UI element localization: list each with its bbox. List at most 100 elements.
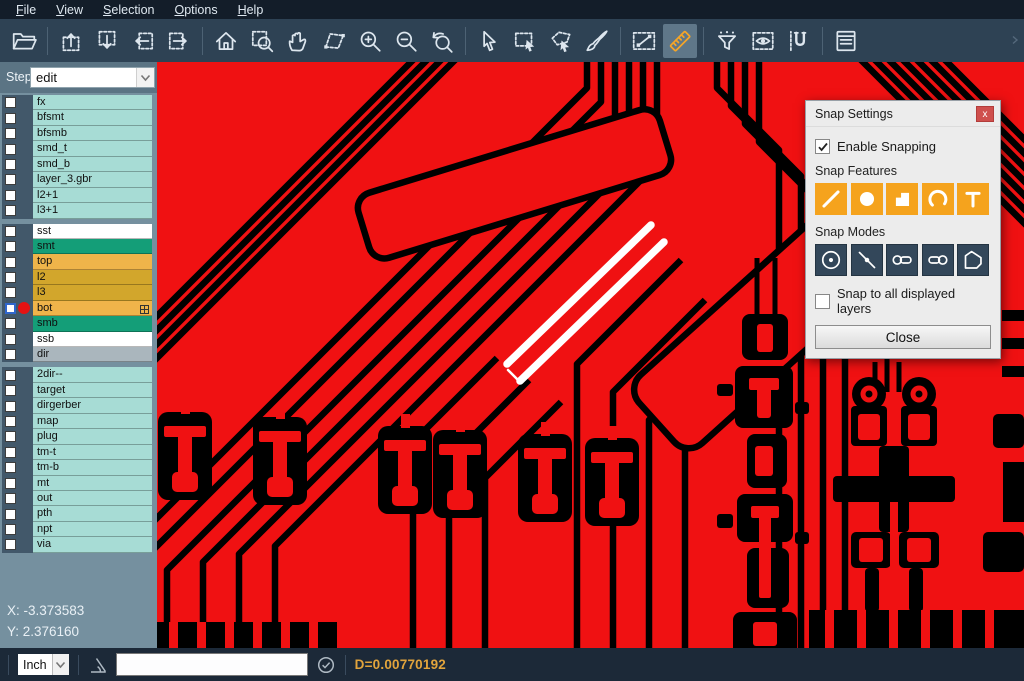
layer-visibility-checkbox[interactable] [5,493,16,504]
layer-name[interactable]: mt [33,476,152,491]
layer-visibility-checkbox[interactable] [5,447,16,458]
layer-name[interactable]: pth [33,506,152,521]
layer-name[interactable]: out [33,491,152,506]
layer-name[interactable]: fx [33,95,152,110]
layer-name[interactable]: smd_b [33,157,152,172]
snap-pad-end-left-button[interactable] [886,244,918,276]
tool-filter-button[interactable] [710,24,744,58]
layer-name[interactable]: smt [33,239,152,254]
layer-visibility-checkbox[interactable] [5,539,16,550]
chevron-down-icon[interactable] [136,68,154,87]
layer-visibility-checkbox[interactable] [5,334,16,345]
layer-name[interactable]: map [33,414,152,429]
layer-visibility-checkbox[interactable] [5,205,16,216]
layer-name[interactable]: smd_t [33,141,152,156]
tool-snap-magnet-button[interactable] [782,24,816,58]
snap-arc-button[interactable] [922,183,954,215]
layer-visibility-checkbox[interactable] [5,524,16,535]
snap-line-button[interactable] [815,183,847,215]
layer-name[interactable]: bot [33,301,152,316]
snap-text-button[interactable] [957,183,989,215]
tool-home-button[interactable] [209,24,243,58]
layer-visibility-checkbox[interactable] [5,272,16,283]
tool-report-form-button[interactable] [829,24,863,58]
layer-visibility-checkbox[interactable] [5,478,16,489]
layer-name[interactable]: via [33,537,152,552]
tool-view-visibility-button[interactable] [746,24,780,58]
layer-visibility-checkbox[interactable] [5,349,16,360]
tool-open-folder-button[interactable] [7,24,41,58]
chevron-down-icon[interactable] [52,654,69,675]
layer-visibility-checkbox[interactable] [5,226,16,237]
tool-zoom-in-button[interactable] [353,24,387,58]
layer-name[interactable]: ssb [33,332,152,347]
menu-item-selection[interactable]: Selection [93,2,164,18]
layer-name[interactable]: top [33,254,152,269]
layer-visibility-checkbox[interactable] [5,241,16,252]
layer-name[interactable]: layer_3.gbr [33,172,152,187]
layer-name[interactable]: bfsmt [33,110,152,125]
tool-ruler-button[interactable] [663,24,697,58]
units-dropdown[interactable]: Inch [18,654,69,675]
menu-item-options[interactable]: Options [164,2,227,18]
layer-name[interactable]: plug [33,429,152,444]
layer-name[interactable]: 2dir-- [33,367,152,382]
menu-item-view[interactable]: View [46,2,93,18]
layer-name[interactable]: dirgerber [33,398,152,413]
layer-name[interactable]: sst [33,224,152,239]
layer-visibility-checkbox[interactable] [5,385,16,396]
snap-surface-button[interactable] [886,183,918,215]
tool-pan-up-button[interactable] [54,24,88,58]
layer-visibility-checkbox[interactable] [5,128,16,139]
layer-visibility-checkbox[interactable] [5,174,16,185]
snap-pad-end-right-button[interactable] [922,244,954,276]
layer-name[interactable]: tm-b [33,460,152,475]
tool-zoom-window-button[interactable] [245,24,279,58]
tool-select-polygon-button[interactable] [544,24,578,58]
menu-item-help[interactable]: Help [228,2,274,18]
layer-visibility-checkbox[interactable] [5,509,16,520]
layer-visibility-checkbox[interactable] [5,190,16,201]
layer-name[interactable]: l2+1 [33,188,152,203]
dialog-close-button[interactable]: Close [815,325,991,349]
tool-pan-down-button[interactable] [90,24,124,58]
step-dropdown[interactable]: edit [30,67,155,88]
tool-pan-hand-button[interactable] [281,24,315,58]
layer-visibility-checkbox[interactable] [5,431,16,442]
menu-item-file[interactable]: File [6,2,46,18]
layer-visibility-checkbox[interactable] [5,462,16,473]
layer-visibility-checkbox[interactable] [5,401,16,412]
toolbar-overflow-chevron-icon[interactable] [1010,32,1020,50]
enable-snapping-checkbox[interactable] [815,139,830,154]
tool-zoom-previous-button[interactable] [425,24,459,58]
measurement-input[interactable] [116,653,308,676]
layer-visibility-checkbox[interactable] [5,113,16,124]
layer-name[interactable]: l2 [33,270,152,285]
tool-pan-left-button[interactable] [126,24,160,58]
layer-visibility-checkbox[interactable] [5,370,16,381]
layer-name[interactable]: dir [33,347,152,362]
snap-all-layers-checkbox[interactable] [815,294,830,309]
layer-name[interactable]: bfsmb [33,126,152,141]
tool-pan-right-button[interactable] [162,24,196,58]
close-icon[interactable]: x [976,106,994,122]
grid-icon[interactable] [140,304,149,316]
tool-zoom-selection-button[interactable] [317,24,351,58]
tool-zoom-out-button[interactable] [389,24,423,58]
dialog-title-bar[interactable]: Snap Settings x [806,101,1000,127]
layer-name[interactable]: l3+1 [33,203,152,218]
circle-check-icon[interactable] [316,655,336,675]
layer-name[interactable]: tm-t [33,445,152,460]
snap-contour-vertex-button[interactable] [957,244,989,276]
tool-select-pointer-button[interactable] [472,24,506,58]
layer-visibility-checkbox[interactable] [5,416,16,427]
layer-name[interactable]: npt [33,522,152,537]
tool-measure-distance-button[interactable] [627,24,661,58]
layer-visibility-checkbox[interactable] [5,318,16,329]
layer-visibility-checkbox[interactable] [5,287,16,298]
snap-center-button[interactable] [815,244,847,276]
snap-pad-button[interactable] [851,183,883,215]
layer-name[interactable]: smb [33,316,152,331]
snap-midpoint-button[interactable] [851,244,883,276]
layer-visibility-checkbox[interactable] [5,159,16,170]
